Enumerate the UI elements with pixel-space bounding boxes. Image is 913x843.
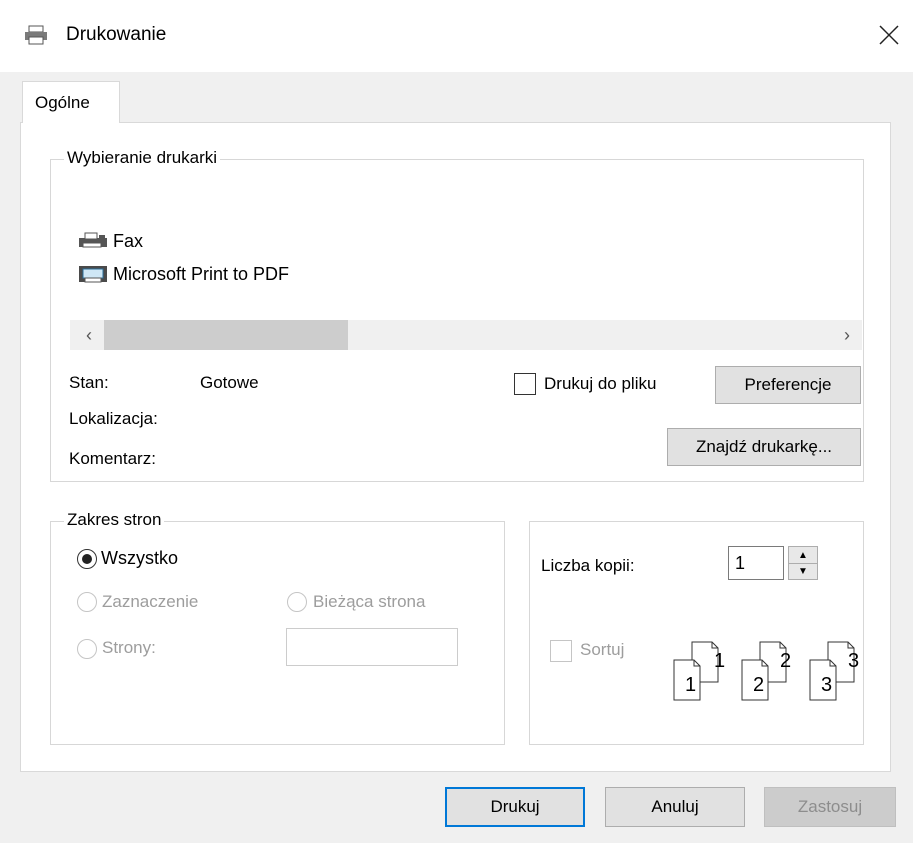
copies-input[interactable]: 1 <box>728 546 784 580</box>
current-page-radio[interactable] <box>287 592 307 612</box>
collate-page-number: 3 <box>848 650 860 672</box>
scroll-left-icon[interactable]: ‹ <box>74 320 104 350</box>
selection-label: Zaznaczenie <box>102 592 199 611</box>
window-title: Drukowanie <box>66 24 167 45</box>
scrollbar-thumb[interactable] <box>104 320 348 350</box>
pages-input[interactable] <box>286 628 458 666</box>
current-page-label: Bieżąca strona <box>313 592 426 611</box>
all-pages-radio[interactable] <box>77 549 97 569</box>
page-range-legend: Zakres stron <box>64 510 165 530</box>
find-printer-button[interactable]: Znajdź drukarkę... <box>667 428 861 466</box>
copies-value: 1 <box>735 553 746 573</box>
location-label: Lokalizacja: <box>69 409 158 428</box>
comment-label: Komentarz: <box>69 449 156 468</box>
collate-page-number: 1 <box>685 674 697 696</box>
printer-item-pdf[interactable]: Microsoft Print to PDF <box>77 261 289 287</box>
collate-page-number: 2 <box>753 674 765 696</box>
apply-button[interactable]: Zastosuj <box>764 787 896 827</box>
copies-stepper[interactable]: ▲ ▼ <box>788 546 818 580</box>
printer-selection-legend: Wybieranie drukarki <box>64 148 221 168</box>
title-bar: Drukowanie <box>0 0 913 72</box>
status-value: Gotowe <box>200 373 259 392</box>
printer-item-fax[interactable]: Fax <box>77 228 143 254</box>
printer-list-scrollbar[interactable]: ‹ › <box>70 320 862 350</box>
all-pages-label: Wszystko <box>101 548 179 568</box>
printer-icon <box>79 266 107 283</box>
collate-label: Sortuj <box>580 640 625 659</box>
print-to-file-checkbox[interactable] <box>514 373 536 395</box>
pages-radio[interactable] <box>77 639 97 659</box>
status-label: Stan: <box>69 373 109 392</box>
selection-radio[interactable] <box>77 592 97 612</box>
pages-label: Strony: <box>102 638 156 657</box>
print-button[interactable]: Drukuj <box>445 787 585 827</box>
fax-icon <box>79 232 107 248</box>
tab-general[interactable]: Ogólne <box>22 81 120 123</box>
collate-page-number: 3 <box>821 674 833 696</box>
collate-page-number: 1 <box>714 650 726 672</box>
cancel-button[interactable]: Anuluj <box>605 787 745 827</box>
print-to-file-label: Drukuj do pliku <box>544 374 657 393</box>
printer-icon <box>24 25 48 45</box>
collate-illustration: 1 1 2 2 3 3 <box>672 640 867 706</box>
preferences-button[interactable]: Preferencje <box>715 366 861 404</box>
close-icon <box>879 25 899 45</box>
collate-checkbox[interactable] <box>550 640 572 662</box>
collate-page-number: 2 <box>780 650 792 672</box>
increment-icon[interactable]: ▲ <box>789 547 817 564</box>
collate-pages-icon <box>673 641 855 701</box>
scroll-right-icon[interactable]: › <box>832 320 862 350</box>
tab-label: Ogólne <box>35 93 90 112</box>
decrement-icon[interactable]: ▼ <box>789 563 817 579</box>
printer-name: Microsoft Print to PDF <box>113 263 290 284</box>
copies-label: Liczba kopii: <box>541 556 635 575</box>
printer-name: Fax <box>113 230 144 251</box>
close-button[interactable] <box>872 18 906 52</box>
